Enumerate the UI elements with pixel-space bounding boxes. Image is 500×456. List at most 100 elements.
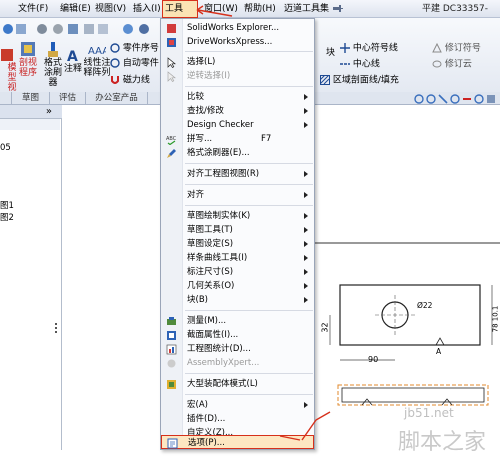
- menu-item-measure[interactable]: 测量(M)...: [161, 314, 314, 328]
- annotation-button[interactable]: A 注释: [62, 48, 84, 74]
- center-mark-icon: [340, 43, 350, 53]
- paintbrush-icon: [48, 42, 58, 57]
- tab-office-products[interactable]: 办公室产品: [86, 92, 148, 105]
- submenu-arrow-icon: [304, 192, 308, 198]
- model-view-button[interactable]: [0, 48, 16, 62]
- menu-item-macro[interactable]: 宏(A): [161, 398, 314, 412]
- menu-maidao-tools[interactable]: 迈道工具集: [282, 0, 331, 18]
- revision-cloud-label: 修订云: [444, 59, 472, 70]
- dimension-32[interactable]: 32: [321, 322, 330, 332]
- svg-text:A: A: [67, 49, 78, 64]
- menu-file[interactable]: 文件(F): [16, 0, 50, 18]
- revision-symbol-button[interactable]: 修订符号: [432, 43, 481, 55]
- document-title: 平建 DC33357-605 - 图: [422, 4, 488, 32]
- menu-item-spelling[interactable]: ABC 拼写... F7: [161, 132, 314, 146]
- menu-label: 几何关系(O): [187, 281, 235, 291]
- menu-item-large-assembly-mode[interactable]: 大型装配体模式(L): [161, 377, 314, 391]
- view-toolbar-icons[interactable]: [413, 93, 500, 105]
- menu-item-sketch-entities[interactable]: 草图绘制实体(K): [161, 209, 314, 223]
- hatch-fill-label: 区域剖面线/填充: [332, 75, 399, 86]
- menu-label: 大型装配体模式(L): [187, 379, 258, 389]
- center-mark-button[interactable]: 中心符号线: [340, 43, 398, 55]
- tab-sketch[interactable]: 草图: [12, 92, 50, 105]
- menu-edit[interactable]: 编辑(E): [58, 0, 93, 18]
- menu-item-find-modify[interactable]: 查找/修改: [161, 104, 314, 118]
- tab-first[interactable]: [0, 92, 12, 105]
- menu-item-spline-tools[interactable]: 样条曲线工具(I): [161, 251, 314, 265]
- menu-view[interactable]: 视图(V): [93, 0, 128, 18]
- menu-item-relations[interactable]: 几何关系(O): [161, 279, 314, 293]
- cursor-arrow-icon: [167, 57, 176, 68]
- menu-separator: [185, 163, 313, 164]
- datum-a[interactable]: A: [436, 347, 441, 356]
- submenu-arrow-icon: [304, 255, 308, 261]
- menu-separator: [185, 373, 313, 374]
- revision-cloud-button[interactable]: 修订云: [432, 59, 472, 71]
- collapse-chevron-icon[interactable]: »: [46, 106, 52, 117]
- menu-item-align[interactable]: 对齐: [161, 188, 314, 202]
- menu-item-dimensions[interactable]: 标注尺寸(S): [161, 265, 314, 279]
- menu-insert[interactable]: 插入(I): [131, 0, 163, 18]
- menu-label: 比较: [187, 92, 205, 102]
- menu-label: 选择(L): [187, 57, 216, 67]
- menu-item-add-ins[interactable]: 插件(D)...: [161, 412, 314, 426]
- menu-item-select[interactable]: 选择(L): [161, 55, 314, 69]
- linear-note-pattern-button[interactable]: AAA 线性注 释阵列: [82, 42, 112, 78]
- tools-dropdown-menu: SolidWorks Explorer... DriveWorksXpress.…: [160, 18, 315, 450]
- tree-item-view2[interactable]: 图2: [0, 211, 14, 223]
- menu-item-design-checker[interactable]: Design Checker: [161, 118, 314, 132]
- hatch-fill-button[interactable]: 区域剖面线/填充: [320, 75, 399, 87]
- menu-separator: [185, 86, 313, 87]
- menu-tools[interactable]: 工具(T): [162, 0, 198, 30]
- menu-label: 拼写...: [187, 134, 213, 144]
- center-line-button[interactable]: 中心线: [340, 59, 380, 71]
- menu-item-sketch-tools[interactable]: 草图工具(T): [161, 223, 314, 237]
- menu-item-sketch-settings[interactable]: 草图设定(S): [161, 237, 314, 251]
- menu-label: 对齐工程图视图(R): [187, 169, 260, 179]
- model-view-icon: [1, 49, 13, 61]
- menu-label: 工程图统计(D)...: [187, 344, 251, 354]
- menu-label: 选项(P)...: [188, 438, 225, 448]
- menu-item-invert-selection[interactable]: 逆转选择(I): [161, 69, 314, 83]
- dimension-78[interactable]: 78 10.1: [491, 306, 499, 333]
- menu-window[interactable]: 窗口(W): [202, 0, 240, 18]
- menu-item-options[interactable]: 选项(P)...: [161, 435, 314, 449]
- menu-item-align-drawing-views[interactable]: 对齐工程图视图(R): [161, 167, 314, 181]
- linear-pattern-icon: AAA: [88, 46, 106, 57]
- tree-item-view1[interactable]: 图1: [0, 199, 14, 211]
- menu-item-blocks[interactable]: 块(B): [161, 293, 314, 307]
- panel-splitter[interactable]: [55, 323, 59, 333]
- submenu-arrow-icon: [304, 269, 308, 275]
- block-label: 块: [326, 48, 336, 58]
- standard-toolbar-icons[interactable]: [2, 22, 152, 36]
- menu-label: 样条曲线工具(I): [187, 253, 248, 263]
- menu-item-format-painter[interactable]: 格式涂刷器(E)...: [161, 146, 314, 160]
- svg-text:ABC: ABC: [166, 136, 177, 142]
- tree-item-doc[interactable]: 05: [0, 143, 11, 153]
- auto-balloon-button[interactable]: 自动零件: [110, 58, 159, 70]
- dimension-diameter[interactable]: Ø22: [417, 301, 432, 310]
- menu-label: 截面属性(I)...: [187, 330, 239, 340]
- balloon-button[interactable]: 零件序号: [110, 43, 159, 55]
- auto-balloon-icon: [110, 58, 120, 68]
- menu-item-assemblyxpert[interactable]: AssemblyXpert...: [161, 356, 314, 370]
- center-mark-label: 中心符号线: [352, 43, 398, 54]
- pin-icon[interactable]: [333, 4, 343, 13]
- watermark-site: 脚本之家: [398, 430, 487, 455]
- panel-header: »: [0, 105, 62, 119]
- balloon-icon: [110, 43, 120, 53]
- menu-item-compare[interactable]: 比较: [161, 90, 314, 104]
- tab-evaluate[interactable]: 评估: [50, 92, 86, 105]
- section-label: 剖视: [18, 58, 37, 68]
- menu-item-solidworks-explorer[interactable]: SolidWorks Explorer...: [161, 21, 314, 35]
- block-button[interactable]: 块: [326, 48, 335, 59]
- menu-item-section-properties[interactable]: 截面属性(I)...: [161, 328, 314, 342]
- section-program-button[interactable]: 剖视 程序: [18, 40, 38, 78]
- menu-item-drawing-statistics[interactable]: 工程图统计(D)...: [161, 342, 314, 356]
- options-icon: [167, 438, 178, 449]
- dimension-90[interactable]: 90: [368, 355, 378, 364]
- magnetic-line-button[interactable]: 磁力线: [110, 75, 150, 87]
- measure-icon: [167, 317, 176, 325]
- menu-help[interactable]: 帮助(H): [242, 0, 278, 18]
- menu-item-driveworksxpress[interactable]: DriveWorksXpress...: [161, 35, 314, 49]
